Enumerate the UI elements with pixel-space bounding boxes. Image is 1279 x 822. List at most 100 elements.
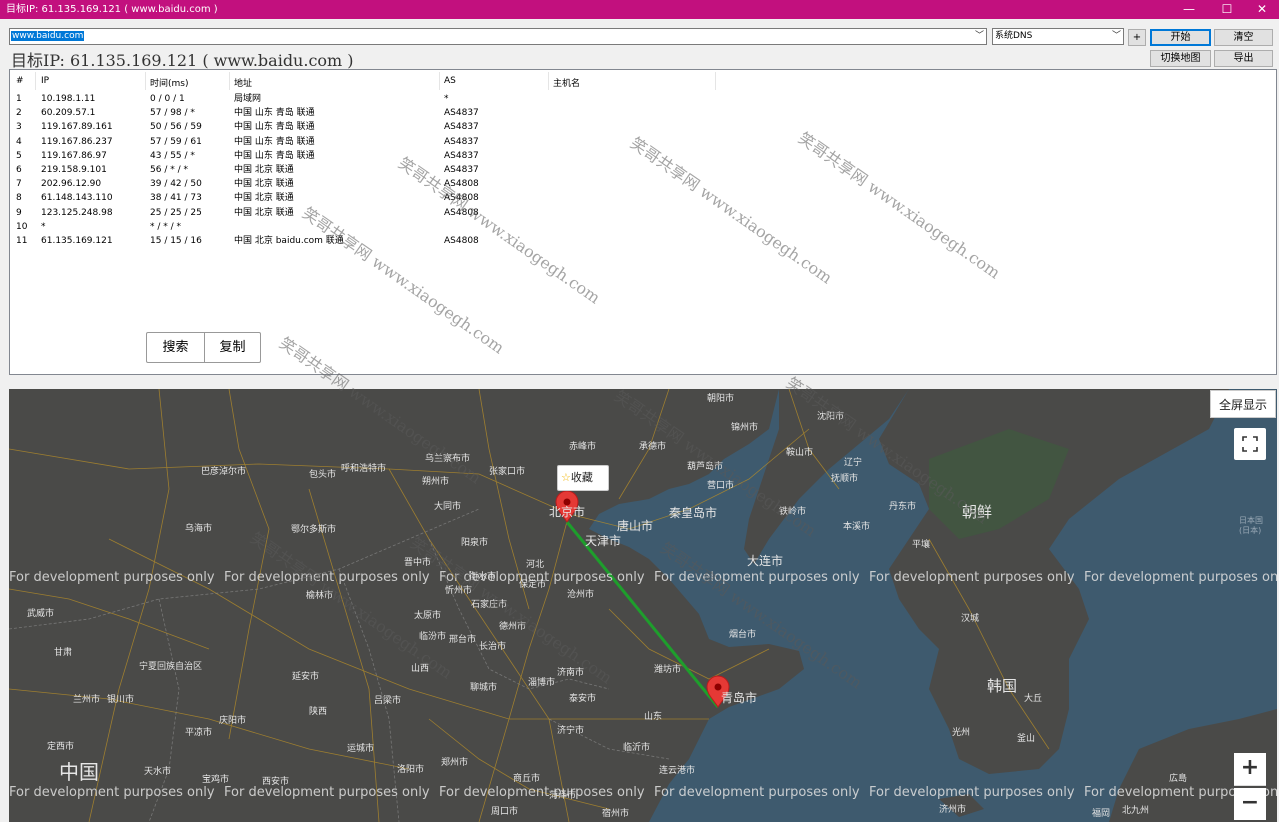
map-city-label: 甘肃 (54, 646, 72, 658)
map-city-label: 山东 (644, 710, 662, 722)
map-city-label: 太原市 (414, 609, 441, 621)
dev-notice: For development purposes only (869, 570, 1075, 585)
table-header: # IP 时间(ms) 地址 AS 主机名 (10, 70, 726, 92)
hop-table: # IP 时间(ms) 地址 AS 主机名 1 10.198.1.11 0 / 0 … (9, 69, 1277, 375)
table-row[interactable]: 9 123.125.248.98 25 / 25 / 25 中国 北京 联通 AS480… (10, 206, 726, 220)
hop-number: 6 (16, 165, 22, 175)
column-header-as[interactable]: AS (444, 76, 456, 86)
dev-notice: For development purposes only (9, 785, 215, 800)
map-city-label: 平壤 (912, 538, 930, 550)
route-map[interactable]: 北京市 天津市 唐山市 秦皇岛市 大连市 青岛市 沈阳市 锦州市 营口市 鞍山市 辽宁 石家庄市 保定市… (9, 389, 1277, 822)
switch-map-button[interactable]: 切换地图 (1150, 50, 1211, 67)
hop-number: 2 (16, 108, 22, 119)
hop-time: 25 / 25 / 25 (150, 207, 202, 218)
hop-time: 39 / 42 / 50 (150, 179, 202, 190)
hop-ip: 123.125.248.98 (41, 207, 113, 218)
hop-address: 中国 北京 联通 (234, 165, 294, 175)
hop-number: 9 (16, 207, 22, 218)
map-city-label: 赤峰市 (569, 440, 596, 452)
map-city-label: 天津市 (585, 533, 621, 548)
hop-time: 38 / 41 / 73 (150, 193, 202, 204)
window-title: 目标IP: 61.135.169.121 ( www.baidu.com ) (6, 4, 218, 15)
hop-ip: 61.148.143.110 (41, 193, 113, 204)
dev-notice: For development purposes only (1084, 570, 1277, 585)
map-city-label: 武威市 (27, 607, 54, 619)
copy-button[interactable]: 复制 (205, 333, 260, 362)
map-city-label: 洛阳市 (397, 763, 424, 775)
map-city-label: 鄂尔多斯市 (291, 523, 336, 535)
expand-icon[interactable] (1234, 428, 1266, 460)
target-url-combobox[interactable]: www.baidu.com ﹀ (9, 28, 987, 45)
favorite-tooltip[interactable]: ☆收藏 (557, 465, 609, 491)
maximize-button[interactable]: ☐ (1209, 0, 1245, 19)
column-header-address[interactable]: 地址 (234, 76, 252, 89)
map-city-label: 郑州市 (441, 756, 468, 768)
hop-ip: 61.135.169.121 (41, 236, 113, 246)
map-city-label: 沧州市 (567, 588, 594, 600)
hop-ip: * (41, 221, 46, 232)
map-city-label: 运城市 (347, 742, 374, 754)
table-row[interactable]: 1 10.198.1.11 0 / 0 / 1 局域网 * (10, 92, 726, 106)
minimize-button[interactable]: — (1171, 0, 1207, 19)
map-city-label: 阳泉市 (461, 536, 488, 548)
table-row[interactable]: 5 119.167.86.97 43 / 55 / * 中国 山东 青岛 联通 AS48… (10, 149, 726, 163)
hop-address: 中国 北京 联通 (234, 193, 294, 204)
dev-notice: For development purposes only (224, 785, 430, 800)
zoom-in-button[interactable]: + (1234, 753, 1266, 786)
hop-number: 11 (16, 236, 28, 246)
map-city-label: 吕梁市 (374, 694, 401, 706)
table-row[interactable]: 6 219.158.9.101 56 / * / * 中国 北京 联通 AS4837 (10, 163, 726, 177)
export-button[interactable]: 导出 (1214, 50, 1273, 67)
column-header-num[interactable]: # (16, 76, 24, 86)
map-country-label: 日本国 (1239, 515, 1263, 525)
map-city-label: 鞍山市 (786, 446, 813, 458)
chevron-down-icon[interactable]: ﹀ (975, 29, 984, 44)
column-header-hostname[interactable]: 主机名 (553, 76, 580, 89)
zoom-out-button[interactable]: − (1234, 788, 1266, 820)
table-row[interactable]: 8 61.148.143.110 38 / 41 / 73 中国 北京 联通 AS480… (10, 191, 726, 205)
dns-value: 系统DNS (995, 31, 1033, 41)
dev-notice: For development purposes only (439, 785, 645, 800)
hop-number: 1 (16, 94, 22, 104)
table-row[interactable]: 4 119.167.86.237 57 / 59 / 61 中国 山东 青岛 联通 AS… (10, 135, 726, 149)
start-button[interactable]: 开始 (1150, 29, 1211, 46)
table-row[interactable]: 2 60.209.57.1 57 / 98 / * 中国 山东 青岛 联通 AS4837 (10, 106, 726, 120)
search-button[interactable]: 搜索 (147, 333, 205, 362)
table-row[interactable]: 7 202.96.12.90 39 / 42 / 50 中国 北京 联通 AS4808 (10, 177, 726, 191)
map-city-label: 大同市 (434, 500, 461, 512)
map-city-label: 朔州市 (422, 475, 449, 487)
map-city-label: 青岛市 (721, 690, 757, 705)
map-city-label: 临沂市 (623, 741, 650, 753)
hop-address: 中国 山东 青岛 联通 (234, 150, 315, 161)
hop-address: 中国 北京 联通 (234, 179, 294, 190)
dev-notice: For development purposes only (654, 785, 860, 800)
clear-button[interactable]: 清空 (1214, 29, 1273, 46)
map-city-label: 潍坊市 (654, 663, 681, 675)
hop-time: 43 / 55 / * (150, 150, 195, 161)
chevron-down-icon[interactable]: ﹀ (1112, 29, 1121, 44)
hop-as: AS4837 (444, 122, 479, 133)
hop-ip: 119.167.86.237 (41, 136, 113, 147)
hop-address: 中国 北京 联通 (234, 207, 294, 218)
map-canvas: 北京市天津市唐山市秦皇岛市大连市青岛市沈阳市锦州市营口市鞍山市辽宁石家庄市保定市… (9, 389, 1277, 822)
hop-address: 中国 山东 青岛 联通 (234, 108, 315, 119)
hop-number: 7 (16, 179, 22, 190)
map-city-label: 平凉市 (185, 726, 212, 738)
dns-selector[interactable]: 系统DNS ﹀ (992, 28, 1124, 45)
hop-time: 0 / 0 / 1 (150, 94, 185, 104)
close-button[interactable]: ✕ (1244, 0, 1279, 19)
hop-time: * / * / * (150, 221, 182, 232)
fullscreen-button[interactable]: 全屏显示 (1210, 390, 1276, 418)
table-row[interactable]: 3 119.167.89.161 50 / 56 / 59 中国 山东 青岛 联通 AS… (10, 120, 726, 134)
map-country-label: (日本) (1239, 525, 1261, 535)
hop-time: 15 / 15 / 16 (150, 236, 202, 246)
add-dns-button[interactable]: + (1128, 29, 1146, 46)
column-header-ip[interactable]: IP (41, 76, 49, 86)
hop-as: AS4837 (444, 165, 479, 175)
map-city-label: 北京市 (549, 504, 585, 519)
hop-as: AS4808 (444, 236, 479, 246)
column-header-time[interactable]: 时间(ms) (150, 76, 188, 89)
action-button-group: 搜索 复制 (146, 332, 261, 363)
table-row[interactable]: 10 * * / * / * (10, 220, 726, 234)
hop-ip: 60.209.57.1 (41, 108, 96, 119)
